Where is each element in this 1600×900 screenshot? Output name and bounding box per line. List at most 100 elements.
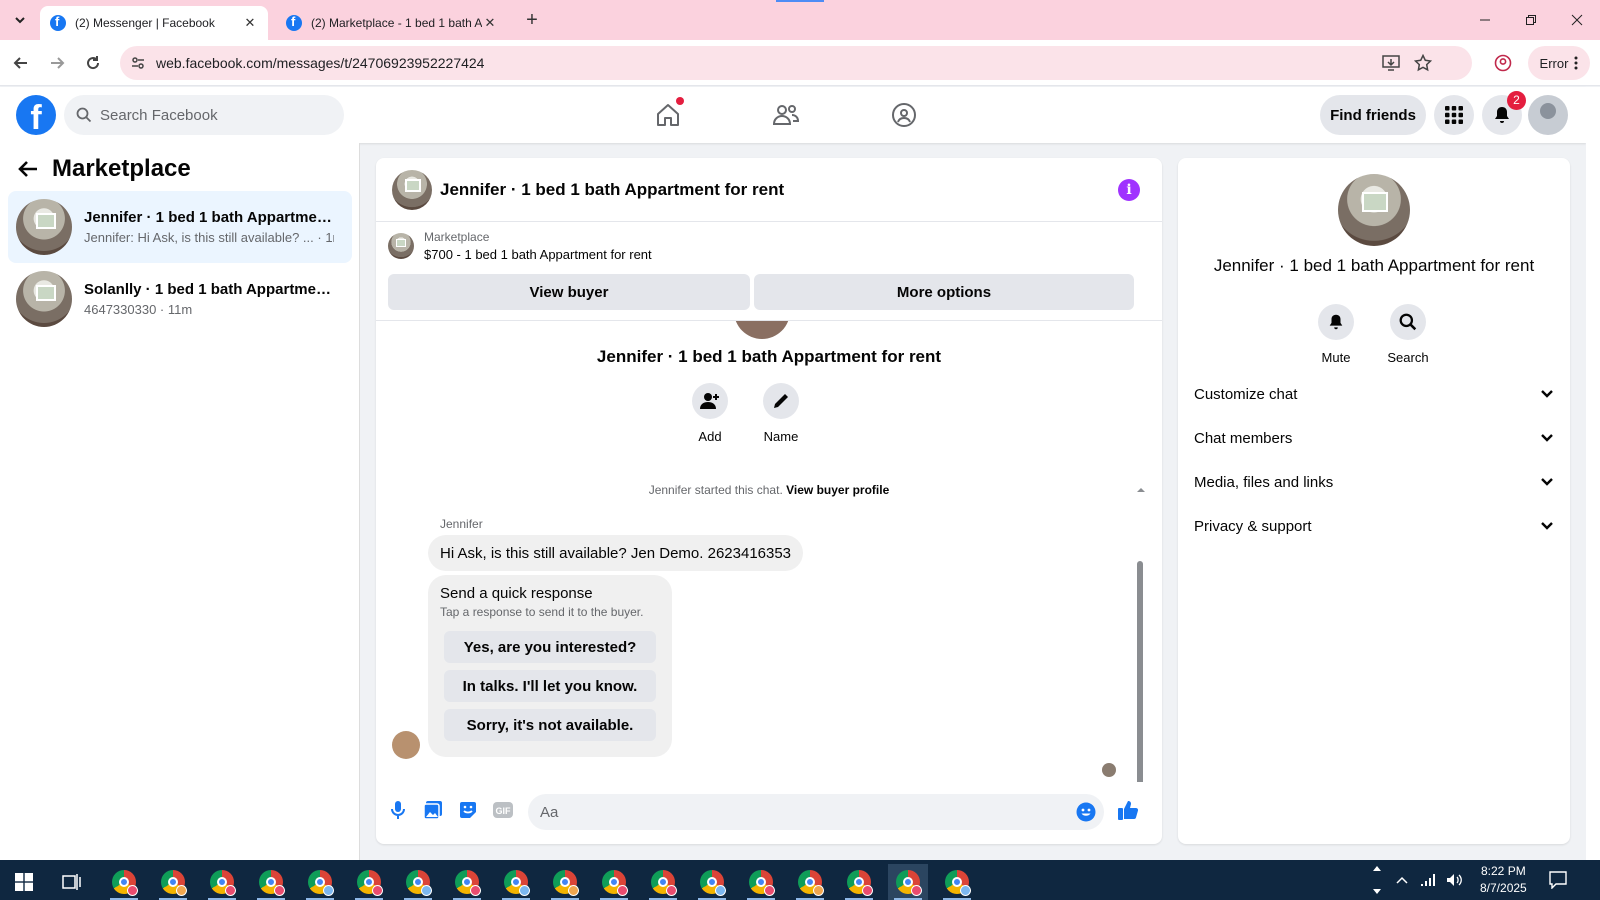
profile-picture[interactable] [1338, 174, 1410, 246]
chrome-icon [700, 870, 726, 896]
site-settings-icon[interactable] [130, 55, 146, 71]
minimize-icon [1480, 19, 1490, 21]
forward-button[interactable] [44, 50, 70, 76]
profile-error-button[interactable]: Error [1528, 46, 1590, 80]
chrome-taskbar-button[interactable] [104, 864, 144, 900]
chat-title[interactable]: Jennifer · 1 bed 1 bath Appartment for r… [440, 180, 784, 200]
chrome-taskbar-button[interactable] [300, 864, 340, 900]
marketplace-listing[interactable]: Marketplace $700 - 1 bed 1 bath Appartme… [388, 230, 652, 262]
find-friends-button[interactable]: Find friends [1320, 95, 1426, 135]
info-icon[interactable]: i [1118, 179, 1140, 201]
chrome-taskbar-button[interactable] [202, 864, 242, 900]
message-bubble[interactable]: Hi Ask, is this still available? Jen Dem… [428, 535, 804, 571]
quick-response-button[interactable]: In talks. I'll let you know. [444, 670, 656, 702]
search-input[interactable] [100, 106, 320, 124]
chrome-taskbar-button[interactable] [741, 864, 781, 900]
minimize-button[interactable] [1462, 0, 1508, 40]
chat-scrollbar[interactable] [1134, 483, 1148, 782]
add-people-button[interactable]: Add [680, 383, 740, 444]
media-files-links-section[interactable]: Media, files and links [1194, 462, 1554, 502]
voice-clip-button[interactable] [384, 796, 412, 824]
chat-members-section[interactable]: Chat members [1194, 418, 1554, 458]
chevron-down-icon [1541, 522, 1553, 530]
back-button[interactable] [8, 50, 34, 76]
clock[interactable]: 8:22 PM 8/7/2025 [1480, 863, 1527, 897]
view-buyer-button[interactable]: View buyer [388, 274, 750, 310]
close-window-button[interactable] [1554, 0, 1600, 40]
message-input[interactable] [540, 803, 1040, 821]
chrome-taskbar-button[interactable] [398, 864, 438, 900]
chrome-icon [602, 870, 628, 896]
search-conversation-button[interactable]: Search [1376, 304, 1440, 365]
chevron-up-icon[interactable] [1396, 876, 1408, 884]
facebook-search[interactable] [64, 95, 344, 135]
more-options-button[interactable]: More options [754, 274, 1134, 310]
reload-button[interactable] [80, 50, 106, 76]
chrome-taskbar-button[interactable] [153, 864, 193, 900]
profile-icon[interactable] [1494, 54, 1512, 72]
tray-scroll-icon[interactable] [1372, 863, 1382, 897]
quick-response-button[interactable]: Yes, are you interested? [444, 631, 656, 663]
chrome-taskbar-button[interactable] [888, 864, 928, 900]
home-nav-button[interactable] [648, 95, 688, 135]
friends-nav-button[interactable] [766, 95, 806, 135]
tab-search-button[interactable] [8, 8, 32, 32]
attach-photo-button[interactable] [419, 796, 447, 824]
chrome-taskbar-button[interactable] [790, 864, 830, 900]
privacy-support-section[interactable]: Privacy & support [1194, 506, 1554, 546]
tab-close-icon[interactable]: ✕ [242, 15, 258, 31]
restore-button[interactable] [1508, 0, 1554, 40]
facebook-logo[interactable]: f [16, 95, 56, 135]
customize-chat-section[interactable]: Customize chat [1194, 374, 1554, 414]
chrome-taskbar-button[interactable] [692, 864, 732, 900]
notification-center-icon[interactable] [1549, 871, 1567, 889]
tab-close-icon[interactable]: ✕ [482, 15, 498, 31]
back-arrow-icon[interactable] [18, 160, 38, 178]
mute-button[interactable]: Mute [1304, 304, 1368, 365]
conversation-item[interactable]: Jennifer · 1 bed 1 bath Appartment... Je… [8, 191, 352, 263]
clock-time: 8:22 PM [1481, 864, 1526, 878]
chrome-taskbar-button[interactable] [937, 864, 977, 900]
gif-button[interactable]: GIF [489, 796, 517, 824]
profile-badge-icon [127, 885, 138, 896]
chrome-taskbar-button[interactable] [545, 864, 585, 900]
account-avatar[interactable] [1528, 95, 1568, 135]
chrome-icon [357, 870, 383, 896]
emoji-icon[interactable] [1076, 802, 1096, 822]
chrome-taskbar-button[interactable] [643, 864, 683, 900]
chrome-taskbar-button[interactable] [594, 864, 634, 900]
start-button[interactable] [4, 864, 44, 900]
add-label: Add [698, 429, 722, 444]
omnibox[interactable]: web.facebook.com/messages/t/247069239522… [120, 46, 1472, 80]
chrome-taskbar-button[interactable] [447, 864, 487, 900]
quick-response-button[interactable]: Sorry, it's not available. [444, 709, 656, 741]
bookmark-star-icon[interactable] [1414, 54, 1432, 72]
browser-tab-messenger[interactable]: (2) Messenger | Facebook ✕ [40, 6, 268, 40]
chrome-taskbar-button[interactable] [251, 864, 291, 900]
chrome-taskbar-button[interactable] [496, 864, 536, 900]
chrome-taskbar-button[interactable] [839, 864, 879, 900]
network-icon[interactable] [1420, 873, 1436, 887]
new-tab-button[interactable]: + [520, 8, 544, 32]
forward-arrow-icon [51, 57, 65, 69]
chat-avatar[interactable] [392, 169, 432, 210]
view-buyer-profile-link[interactable]: View buyer profile [786, 483, 889, 497]
conversation-item[interactable]: Solanlly · 1 bed 1 bath Appartment... 46… [8, 263, 352, 335]
scroll-up-icon[interactable] [1136, 487, 1146, 493]
scrollbar-thumb[interactable] [1137, 561, 1143, 782]
page-scrollbar[interactable] [1586, 87, 1600, 860]
message-input-wrapper[interactable] [528, 794, 1104, 830]
install-app-icon[interactable] [1382, 55, 1400, 71]
sticker-button[interactable] [454, 796, 482, 824]
browser-tab-marketplace[interactable]: (2) Marketplace - 1 bed 1 bath Appartmen… [276, 6, 508, 40]
chrome-icon [406, 870, 432, 896]
notifications-button[interactable]: 2 [1482, 91, 1526, 135]
volume-icon[interactable] [1446, 873, 1462, 887]
task-view-button[interactable] [52, 864, 92, 900]
send-like-button[interactable] [1114, 796, 1142, 824]
chrome-taskbar-button[interactable] [349, 864, 389, 900]
menu-button[interactable] [1434, 95, 1474, 135]
groups-nav-button[interactable] [884, 95, 924, 135]
sender-name: Jennifer [440, 517, 483, 531]
edit-name-button[interactable]: Name [751, 383, 811, 444]
